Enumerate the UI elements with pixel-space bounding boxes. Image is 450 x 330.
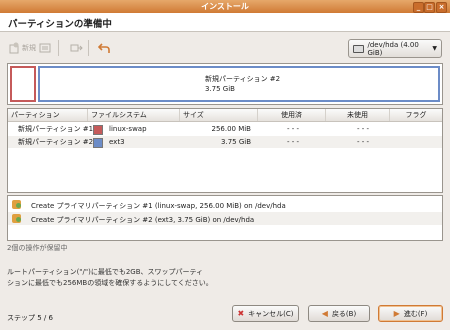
new-partition-icon xyxy=(9,42,19,54)
delete-partition-button[interactable] xyxy=(39,39,51,57)
partition-block-name: 新規パーティション #2 xyxy=(205,75,281,83)
cell-partition: 新規パーティション #2 xyxy=(18,138,94,146)
list-item[interactable]: Create プライマリパーティション #2 (ext3, 3.75 GiB) … xyxy=(8,212,442,225)
resize-icon xyxy=(70,44,83,52)
undo-icon xyxy=(98,43,110,53)
cell-unused: - - - xyxy=(356,138,370,146)
partition-visual-bar: 新規パーティション #2 3.75 GiB xyxy=(7,63,443,105)
window-title: インストール xyxy=(201,2,249,11)
cell-used: - - - xyxy=(286,138,300,146)
partition-block-swap[interactable] xyxy=(10,66,36,102)
title-bar: インストール _ □ × xyxy=(0,0,450,13)
back-arrow-icon: ◀ xyxy=(321,309,328,318)
undo-button[interactable] xyxy=(98,39,111,57)
back-button[interactable]: ◀ 戻る(B) xyxy=(308,305,370,322)
pending-operations-list: Create プライマリパーティション #1 (linux-swap, 256.… xyxy=(7,195,443,241)
list-item[interactable]: Create プライマリパーティション #1 (linux-swap, 256.… xyxy=(8,198,442,211)
maximize-button[interactable]: □ xyxy=(424,2,435,13)
cell-size: 256.00 MiB xyxy=(211,125,251,133)
filesystem-color-swatch xyxy=(93,138,103,148)
installer-window: インストール _ □ × パーティションの準備中 新規 /dev/hda (4.… xyxy=(0,0,450,330)
partition-requirement-note: ルートパーティション("/")に最低でも2GB、スワップパーティ ションに最低で… xyxy=(7,267,213,289)
cell-partition: 新規パーティション #1 xyxy=(18,125,94,133)
cancel-button-label: キャンセル(C) xyxy=(248,309,294,318)
create-partition-icon xyxy=(12,214,21,223)
new-partition-button[interactable]: 新規 xyxy=(9,39,36,57)
minimize-button[interactable]: _ xyxy=(413,2,424,13)
column-header-unused[interactable]: 未使用 xyxy=(326,109,390,121)
resize-partition-button[interactable] xyxy=(70,39,83,57)
column-header-filesystem[interactable]: ファイルシステム xyxy=(88,109,180,121)
cell-used: - - - xyxy=(286,125,300,133)
column-header-flags[interactable]: フラグ xyxy=(390,109,442,121)
note-line: ションに最低でも256MBの領域を確保するようにしてください。 xyxy=(7,279,213,287)
note-line: ルートパーティション("/")に最低でも2GB、スワップパーティ xyxy=(7,268,204,276)
cancel-icon: ✖ xyxy=(237,309,245,318)
chevron-down-icon: ▼ xyxy=(432,45,437,52)
cell-filesystem: ext3 xyxy=(109,138,125,146)
device-selector[interactable]: /dev/hda (4.00 GiB) ▼ xyxy=(348,39,442,58)
toolbar-separator xyxy=(88,40,89,56)
column-header-partition[interactable]: パーティション xyxy=(8,109,88,121)
cell-filesystem: linux-swap xyxy=(109,125,147,133)
operation-text: Create プライマリパーティション #1 (linux-swap, 256.… xyxy=(31,202,286,210)
column-header-used[interactable]: 使用済 xyxy=(258,109,326,121)
operation-text: Create プライマリパーティション #2 (ext3, 3.75 GiB) … xyxy=(31,216,255,224)
page-title: パーティションの準備中 xyxy=(8,19,112,30)
partition-block-size: 3.75 GiB xyxy=(205,85,235,93)
cancel-button[interactable]: ✖ キャンセル(C) xyxy=(232,305,299,322)
hard-disk-icon xyxy=(353,44,365,53)
step-indicator: ステップ 5 / 6 xyxy=(7,314,53,322)
create-partition-icon xyxy=(12,200,21,209)
toolbar-separator xyxy=(58,40,59,56)
partition-block-ext3[interactable]: 新規パーティション #2 3.75 GiB xyxy=(38,66,440,102)
cell-size: 3.75 GiB xyxy=(221,138,251,146)
new-partition-label: 新規 xyxy=(22,44,36,52)
forward-arrow-icon: ▶ xyxy=(393,309,400,318)
page-header: パーティションの準備中 xyxy=(0,13,450,32)
filesystem-color-swatch xyxy=(93,125,103,135)
forward-button[interactable]: ▶ 進む(F) xyxy=(378,305,443,322)
forward-button-label: 進む(F) xyxy=(403,309,428,318)
close-button[interactable]: × xyxy=(436,2,447,13)
back-button-label: 戻る(B) xyxy=(331,309,357,318)
device-selector-value: /dev/hda (4.00 GiB) xyxy=(367,40,419,57)
column-header-size[interactable]: サイズ xyxy=(180,109,258,121)
toolbar: 新規 /dev/hda (4.00 GiB) ▼ xyxy=(0,36,450,60)
table-header: パーティション ファイルシステム サイズ 使用済 未使用 フラグ xyxy=(8,109,442,122)
cell-unused: - - - xyxy=(356,125,370,133)
partition-table: パーティション ファイルシステム サイズ 使用済 未使用 フラグ 新規パーティシ… xyxy=(7,108,443,193)
table-row[interactable]: 新規パーティション #1 linux-swap 256.00 MiB - - -… xyxy=(8,123,442,135)
table-row[interactable]: 新規パーティション #2 ext3 3.75 GiB - - - - - - xyxy=(8,136,442,148)
pending-operations-count: 2個の操作が保留中 xyxy=(7,244,68,252)
delete-icon xyxy=(39,43,51,53)
